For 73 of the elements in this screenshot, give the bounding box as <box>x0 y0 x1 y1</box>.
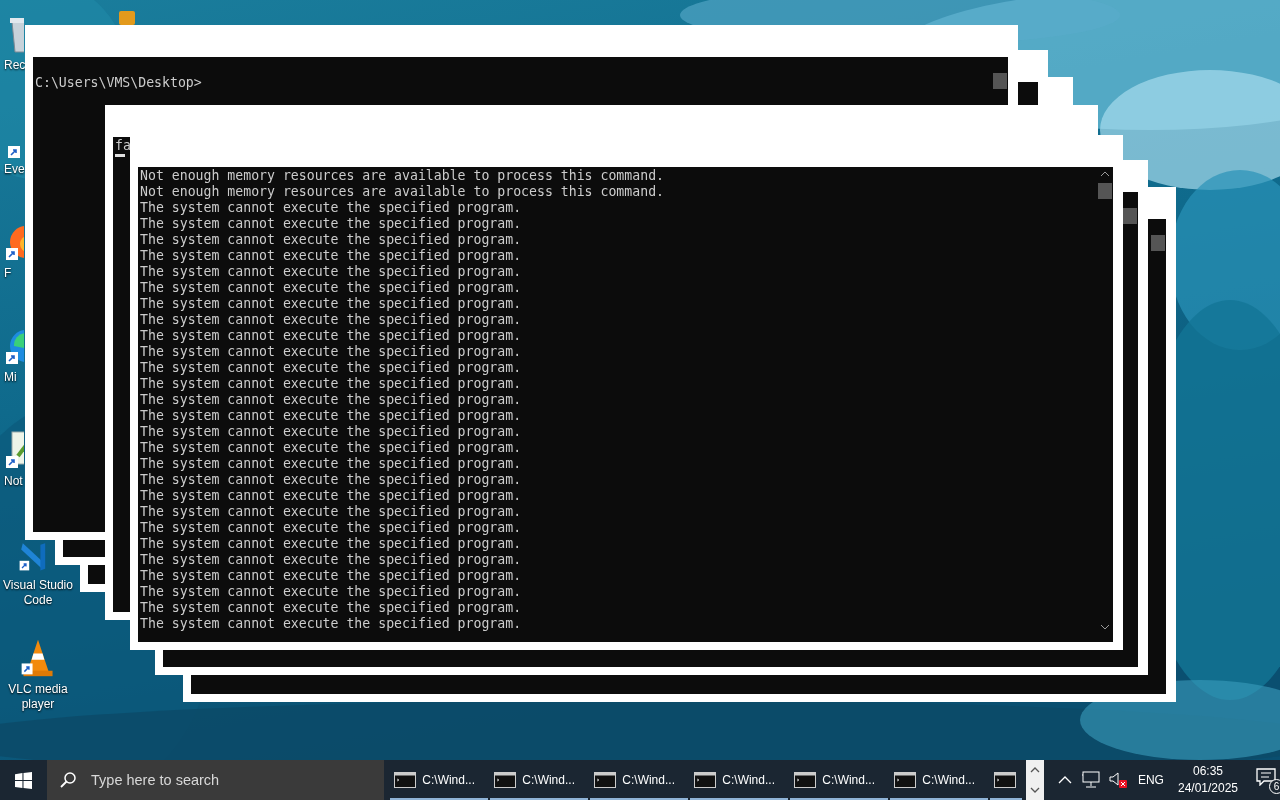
console-line: The system cannot execute the specified program. <box>140 424 522 440</box>
scrollbar-thumb[interactable] <box>993 73 1007 89</box>
notification-icon[interactable] <box>1256 768 1276 786</box>
console-line: The system cannot execute the specified program. <box>140 248 522 264</box>
console-line: The system cannot execute the specified program. <box>140 488 522 504</box>
console-line: The system cannot execute the specified program. <box>140 392 522 408</box>
console-line: C:\Users\VMS\Desktop> <box>35 75 202 91</box>
chevron-up-icon[interactable] <box>1030 767 1041 773</box>
network-icon[interactable] <box>1081 771 1102 789</box>
console-line: The system cannot execute the specified program. <box>140 616 522 632</box>
icon-label: Rec <box>4 58 24 73</box>
scroll-up-icon[interactable] <box>1100 171 1110 177</box>
search-icon <box>59 771 78 789</box>
app-icon[interactable] <box>118 10 136 26</box>
console-line: The system cannot execute the specified program. <box>140 520 522 536</box>
icon-label: Visual Studio Code <box>2 578 74 608</box>
language-indicator[interactable]: ENG <box>1137 773 1164 787</box>
taskbar-scroller[interactable] <box>1026 760 1044 800</box>
console-line: The system cannot execute the specified program. <box>140 408 522 424</box>
taskbar-app[interactable]: C:\Wind... <box>890 760 989 800</box>
chevron-down-icon[interactable] <box>1030 787 1041 793</box>
icon-label: F <box>4 266 13 281</box>
search-field[interactable]: Type here to search <box>89 771 384 789</box>
console-icon <box>594 772 617 788</box>
icon-label: VLC media player <box>7 682 69 712</box>
windows-logo-icon <box>15 771 32 789</box>
console-line: The system cannot execute the specified program. <box>140 296 522 312</box>
taskbar-app[interactable]: C:\Wind... <box>390 760 489 800</box>
console-line: Not enough memory resources are available to process this command. <box>140 184 664 200</box>
console-icon <box>394 772 417 788</box>
console-line: The system cannot execute the specified program. <box>140 344 522 360</box>
console-icon <box>694 772 717 788</box>
console-line: The system cannot execute the specified program. <box>140 200 522 216</box>
scrollbar-thumb[interactable] <box>1098 183 1112 199</box>
clock-date[interactable]: 24/01/2025 <box>1177 780 1238 797</box>
console-line: The system cannot execute the specified program. <box>140 600 522 616</box>
muted-speaker-icon[interactable] <box>1107 771 1128 789</box>
icon-label: Not <box>4 474 24 489</box>
console-line: fa <box>115 138 131 154</box>
taskbar-app[interactable]: C:\Wind... <box>790 760 889 800</box>
console-icon <box>794 772 817 788</box>
console-line: Not enough memory resources are available to process this command. <box>140 168 664 184</box>
console-line: The system cannot execute the specified program. <box>140 440 522 456</box>
console-line: The system cannot execute the specified program. <box>140 328 522 344</box>
icon-label: Eve <box>4 162 24 177</box>
console-line: The system cannot execute the specified program. <box>140 584 522 600</box>
scroll-down-icon[interactable] <box>1100 624 1110 630</box>
console-line: The system cannot execute the specified program. <box>140 568 522 584</box>
console-line: The system cannot execute the specified program. <box>140 504 522 520</box>
taskbar-app[interactable]: C:\Wind... <box>490 760 589 800</box>
console-line: The system cannot execute the specified program. <box>140 376 522 392</box>
console-line: The system cannot execute the specified program. <box>140 232 522 248</box>
scrollbar-thumb[interactable] <box>1123 208 1137 224</box>
console-icon <box>894 772 917 788</box>
console-line: The system cannot execute the specified program. <box>140 312 522 328</box>
icon-label: Mi <box>4 370 18 385</box>
taskbar-app[interactable]: C:\Wind... <box>590 760 689 800</box>
console-line: The system cannot execute the specified program. <box>140 216 522 232</box>
console-line: The system cannot execute the specified program. <box>140 456 522 472</box>
console-line: The system cannot execute the specified program. <box>140 360 522 376</box>
console-icon <box>494 772 517 788</box>
taskbar-app[interactable]: C:\Wind... <box>690 760 789 800</box>
scrollbar-thumb[interactable] <box>1151 235 1165 251</box>
notification-count: 6 <box>1269 779 1280 794</box>
clock-time[interactable]: 06:35 <box>1192 763 1223 780</box>
console-line: The system cannot execute the specified program. <box>140 472 522 488</box>
search-bar[interactable]: Type here to search <box>47 760 385 800</box>
console-line: The system cannot execute the specified program. <box>140 264 522 280</box>
console-line: The system cannot execute the specified program. <box>140 536 522 552</box>
shortcut-icon[interactable] <box>8 146 20 158</box>
console-icon <box>994 772 1017 788</box>
console-line: The system cannot execute the specified program. <box>140 280 522 296</box>
console-line: The system cannot execute the specified program. <box>140 552 522 568</box>
